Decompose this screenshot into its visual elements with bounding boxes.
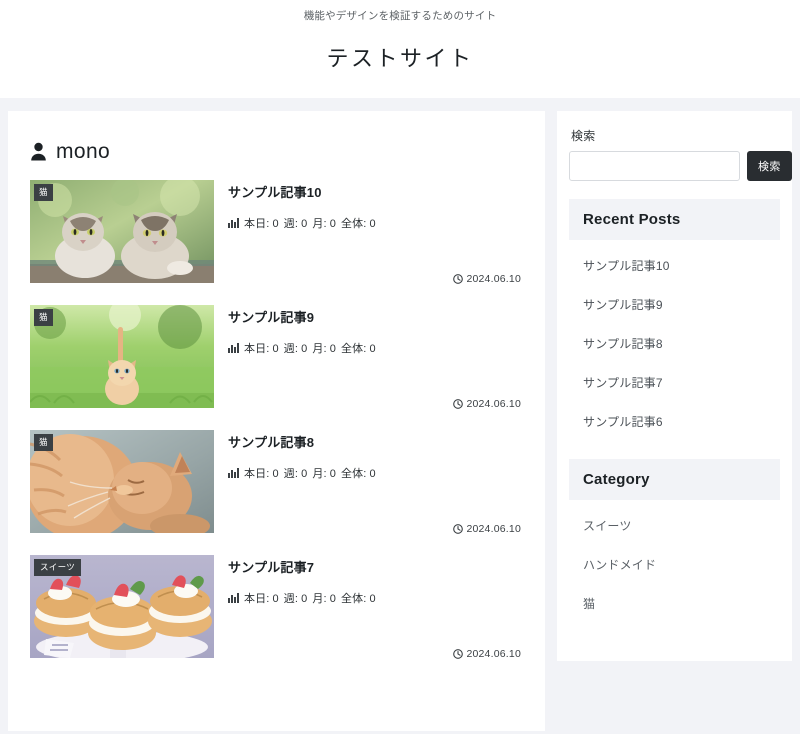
stat-total: 全体: 0 — [341, 467, 376, 480]
post-date-text: 2024.06.10 — [466, 523, 521, 536]
clock-icon — [453, 524, 464, 534]
post-body: サンプル記事8 本日: 0 週: 0 月: 0 全体: 0 2024.06.10 — [228, 430, 523, 535]
post-date: 2024.06.10 — [453, 648, 521, 660]
recent-posts-list: サンプル記事10 サンプル記事9 サンプル記事8 サンプル記事7 サンプル記事6 — [569, 240, 780, 441]
person-icon — [30, 142, 47, 161]
stat-total: 全体: 0 — [341, 592, 376, 605]
sidebar: 検索 検索 Recent Posts サンプル記事10 サンプル記事9 サンプル… — [557, 111, 792, 662]
recent-posts-widget: Recent Posts サンプル記事10 サンプル記事9 サンプル記事8 サン… — [569, 199, 780, 441]
post-stats: 本日: 0 週: 0 月: 0 全体: 0 — [228, 340, 523, 356]
list-item[interactable]: サンプル記事9 — [569, 285, 780, 324]
category-widget: Category スイーツ ハンドメイド 猫 — [569, 459, 780, 623]
post-stats: 本日: 0 週: 0 月: 0 全体: 0 — [228, 590, 523, 606]
author-row: mono — [30, 141, 523, 162]
orange-kitten-grass-photo — [30, 305, 214, 409]
recent-post-link[interactable]: サンプル記事10 — [569, 246, 780, 285]
category-heading: Category — [569, 459, 780, 501]
site-tagline: 機能やデザインを検証するためのサイト — [303, 10, 497, 22]
category-link[interactable]: スイーツ — [569, 506, 780, 545]
search-input[interactable] — [569, 151, 740, 182]
post-title[interactable]: サンプル記事9 — [228, 310, 523, 327]
clock-icon — [453, 399, 464, 409]
list-item[interactable]: サンプル記事10 — [569, 246, 780, 285]
post-stats: 本日: 0 週: 0 月: 0 全体: 0 — [228, 215, 523, 231]
post-date: 2024.06.10 — [453, 398, 521, 410]
main-content-card: mono 猫 サンプル記事10 本日: 0 週: 0 月: 0 全体: 0 20… — [8, 111, 545, 732]
stat-month: 月: 0 — [312, 592, 337, 605]
stat-week: 週: 0 — [283, 592, 308, 605]
fluffy-ginger-cat-photo — [30, 430, 214, 534]
stat-week: 週: 0 — [283, 217, 308, 230]
list-item[interactable]: サンプル記事8 — [569, 324, 780, 363]
list-item[interactable]: スイーツ — [569, 506, 780, 545]
post-date-text: 2024.06.10 — [466, 398, 521, 411]
page-body: mono 猫 サンプル記事10 本日: 0 週: 0 月: 0 全体: 0 20… — [0, 98, 800, 732]
category-list: スイーツ ハンドメイド 猫 — [569, 500, 780, 623]
two-tabby-cats-photo — [30, 180, 214, 284]
post-date: 2024.06.10 — [453, 523, 521, 535]
stat-total: 全体: 0 — [341, 217, 376, 230]
post-title[interactable]: サンプル記事8 — [228, 435, 523, 452]
post-thumbnail[interactable]: 猫 — [30, 180, 214, 284]
category-badge[interactable]: 猫 — [34, 184, 53, 201]
list-item[interactable]: 猫 — [569, 584, 780, 623]
post-stats: 本日: 0 週: 0 月: 0 全体: 0 — [228, 465, 523, 481]
post-body: サンプル記事10 本日: 0 週: 0 月: 0 全体: 0 2024.06.1… — [228, 180, 523, 285]
post-item[interactable]: 猫 サンプル記事8 本日: 0 週: 0 月: 0 全体: 0 2024.06.… — [30, 430, 523, 541]
stat-total: 全体: 0 — [341, 342, 376, 355]
post-title[interactable]: サンプル記事7 — [228, 560, 523, 577]
stat-month: 月: 0 — [312, 467, 337, 480]
search-row: 検索 — [569, 151, 792, 182]
clock-icon — [453, 649, 464, 659]
post-thumbnail[interactable]: スイーツ — [30, 555, 214, 659]
post-body: サンプル記事9 本日: 0 週: 0 月: 0 全体: 0 2024.06.10 — [228, 305, 523, 410]
post-date: 2024.06.10 — [453, 273, 521, 285]
category-badge[interactable]: 猫 — [34, 434, 53, 451]
stat-today: 本日: 0 — [244, 467, 279, 480]
post-body: サンプル記事7 本日: 0 週: 0 月: 0 全体: 0 2024.06.10 — [228, 555, 523, 660]
bar-chart-icon — [228, 592, 239, 604]
post-thumbnail[interactable]: 猫 — [30, 430, 214, 534]
stat-week: 週: 0 — [283, 342, 308, 355]
recent-post-link[interactable]: サンプル記事7 — [569, 363, 780, 402]
recent-post-link[interactable]: サンプル記事6 — [569, 402, 780, 441]
list-item[interactable]: サンプル記事7 — [569, 363, 780, 402]
stat-week: 週: 0 — [283, 467, 308, 480]
post-item[interactable]: 猫 サンプル記事9 本日: 0 週: 0 月: 0 全体: 0 2024.06.… — [30, 305, 523, 416]
category-link[interactable]: ハンドメイド — [569, 545, 780, 584]
author-name: mono — [56, 140, 111, 164]
post-item[interactable]: 猫 サンプル記事10 本日: 0 週: 0 月: 0 全体: 0 2024.06… — [30, 180, 523, 291]
stat-today: 本日: 0 — [244, 592, 279, 605]
bar-chart-icon — [228, 217, 239, 229]
post-title[interactable]: サンプル記事10 — [228, 185, 523, 202]
post-date-text: 2024.06.10 — [466, 648, 521, 661]
site-header: 機能やデザインを検証するためのサイト テストサイト — [0, 0, 800, 99]
bar-chart-icon — [228, 342, 239, 354]
search-button[interactable]: 検索 — [747, 151, 792, 182]
site-title: テストサイト — [326, 45, 474, 71]
recent-post-link[interactable]: サンプル記事8 — [569, 324, 780, 363]
recent-posts-heading: Recent Posts — [569, 199, 780, 241]
stat-today: 本日: 0 — [244, 217, 279, 230]
post-date-text: 2024.06.10 — [466, 273, 521, 286]
search-widget: 検索 検索 — [569, 127, 792, 182]
post-item[interactable]: スイーツ サンプル記事7 本日: 0 週: 0 月: 0 全体: 0 2024.… — [30, 555, 523, 666]
list-item[interactable]: サンプル記事6 — [569, 402, 780, 441]
stat-month: 月: 0 — [312, 342, 337, 355]
stat-month: 月: 0 — [312, 217, 337, 230]
recent-post-link[interactable]: サンプル記事9 — [569, 285, 780, 324]
category-link[interactable]: 猫 — [569, 584, 780, 623]
category-badge[interactable]: スイーツ — [34, 559, 82, 576]
bar-chart-icon — [228, 467, 239, 479]
search-label: 検索 — [571, 129, 596, 144]
post-thumbnail[interactable]: 猫 — [30, 305, 214, 409]
list-item[interactable]: ハンドメイド — [569, 545, 780, 584]
clock-icon — [453, 274, 464, 284]
stat-today: 本日: 0 — [244, 342, 279, 355]
category-badge[interactable]: 猫 — [34, 309, 53, 326]
